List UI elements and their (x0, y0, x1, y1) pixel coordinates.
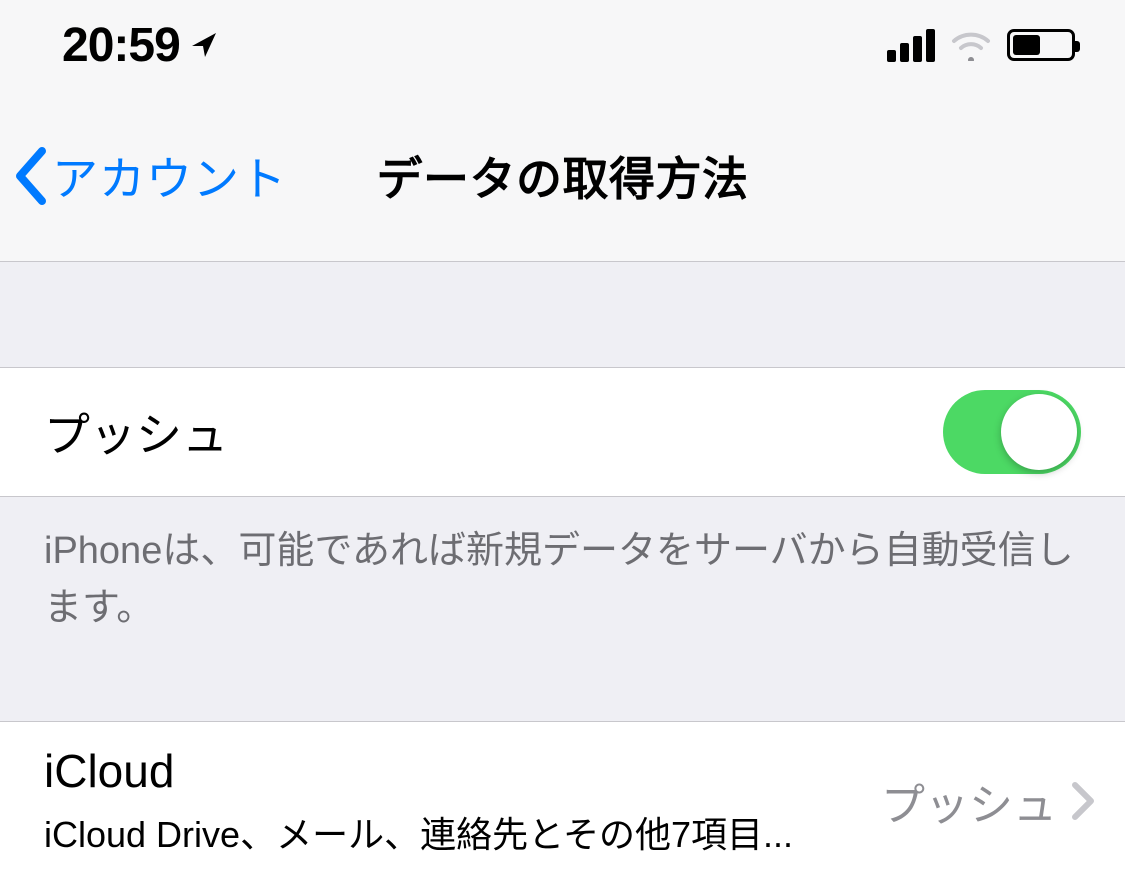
push-toggle[interactable] (943, 390, 1081, 474)
push-footer-text: iPhoneは、可能であれば新規データをサーバから自動受信します。 (0, 497, 1125, 637)
chevron-right-icon (1071, 781, 1095, 821)
section-spacer (0, 637, 1125, 721)
status-bar: 20:59 (0, 0, 1125, 90)
wifi-icon (949, 29, 993, 61)
chevron-left-icon (12, 147, 50, 205)
navigation-bar: アカウント データの取得方法 (0, 90, 1125, 262)
account-text: iCloud iCloud Drive、メール、連絡先とその他7項目... (44, 744, 793, 858)
account-subtitle: iCloud Drive、メール、連絡先とその他7項目... (44, 806, 793, 858)
cellular-signal-icon (887, 29, 935, 62)
back-label: アカウント (52, 143, 287, 209)
back-button[interactable]: アカウント (12, 143, 287, 209)
account-title: iCloud (44, 744, 793, 798)
push-row: プッシュ (0, 367, 1125, 497)
status-left: 20:59 (62, 18, 220, 73)
toggle-knob (1001, 394, 1077, 470)
status-right (887, 29, 1075, 62)
battery-icon (1007, 29, 1075, 61)
section-spacer (0, 262, 1125, 367)
location-services-icon (188, 29, 220, 61)
clock: 20:59 (62, 18, 180, 73)
account-right: プッシュ (881, 769, 1095, 833)
account-row-icloud[interactable]: iCloud iCloud Drive、メール、連絡先とその他7項目... プッ… (0, 721, 1125, 870)
account-value: プッシュ (881, 769, 1057, 833)
push-label: プッシュ (44, 399, 228, 465)
